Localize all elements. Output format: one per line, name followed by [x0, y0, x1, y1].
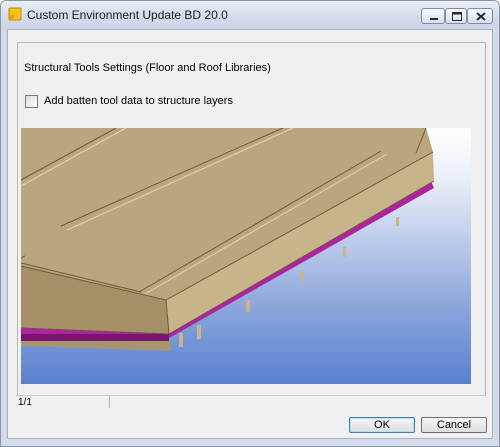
minimize-button[interactable] — [421, 8, 445, 24]
batten-checkbox[interactable] — [25, 95, 38, 108]
status-separator — [109, 396, 110, 408]
structure-preview-image — [21, 128, 471, 384]
section-heading: Structural Tools Settings (Floor and Roo… — [24, 62, 271, 74]
page-indicator: 1/1 — [18, 397, 32, 408]
maximize-icon — [452, 12, 462, 21]
dialog-window: Custom Environment Update BD 20.0 Struct… — [0, 0, 500, 447]
minimize-icon — [430, 18, 438, 20]
maximize-button[interactable] — [445, 8, 467, 24]
batten-checkbox-label[interactable]: Add batten tool data to structure layers — [44, 95, 233, 107]
app-icon — [8, 7, 22, 21]
cancel-button[interactable]: Cancel — [421, 417, 487, 433]
title-bar[interactable]: Custom Environment Update BD 20.0 — [1, 1, 499, 29]
window-title: Custom Environment Update BD 20.0 — [27, 8, 228, 22]
floor-structure-illustration — [21, 128, 435, 351]
close-button[interactable] — [467, 8, 493, 24]
close-icon — [476, 12, 486, 21]
status-bar: 1/1 — [16, 395, 485, 408]
ok-button[interactable]: OK — [349, 417, 415, 433]
